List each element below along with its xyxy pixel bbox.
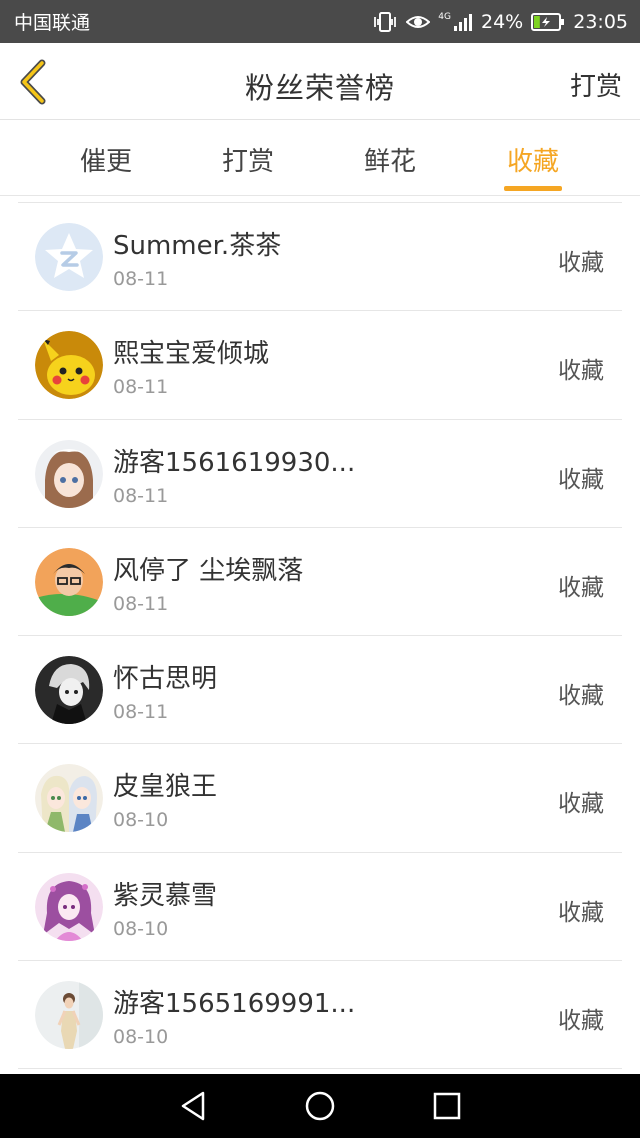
clock: 23:05 xyxy=(573,10,628,33)
triangle-back-icon xyxy=(182,1091,205,1121)
list-item[interactable]: Summer.茶茶 08-11 收藏 xyxy=(18,203,622,312)
tab-bar: 催更 打赏 鲜花 收藏 xyxy=(0,121,640,196)
action-label: 收藏 xyxy=(558,683,604,710)
date-label: 08-11 xyxy=(113,268,169,290)
user-name: 紫灵慕雪 xyxy=(113,880,218,911)
carrier-label: 中国联通 xyxy=(14,12,91,34)
action-label: 收藏 xyxy=(558,1008,604,1035)
tab-underline xyxy=(504,186,562,191)
woman-photo-avatar xyxy=(35,981,103,1050)
action-label: 收藏 xyxy=(558,358,604,385)
recents-nav-button[interactable] xyxy=(427,1086,467,1126)
user-name: 游客1565169991... xyxy=(113,989,356,1020)
square-recents-icon xyxy=(433,1092,460,1120)
date-label: 08-11 xyxy=(113,701,169,724)
status-bar: 中国联通 4G 24% 23:05 xyxy=(0,0,640,43)
user-name: Summer.茶茶 xyxy=(113,231,282,261)
eye-icon xyxy=(406,13,431,31)
date-label: 08-10 xyxy=(113,917,169,940)
date-label: 08-10 xyxy=(113,1026,169,1049)
page-title: 粉丝荣誉榜 xyxy=(244,71,395,105)
anime-pair-avatar xyxy=(35,764,103,833)
tab-label: 打赏 xyxy=(221,147,274,177)
date-label: 08-11 xyxy=(113,592,169,615)
vibrate-icon xyxy=(372,11,398,33)
tab-label: 鲜花 xyxy=(363,147,416,177)
user-name: 怀古思明 xyxy=(113,664,218,695)
tab-label: 催更 xyxy=(79,147,132,177)
list-item[interactable]: 熙宝宝爱倾城 08-11 收藏 xyxy=(18,311,622,420)
tab-reward[interactable]: 打赏 xyxy=(188,141,308,178)
tab-favorites[interactable]: 收藏 xyxy=(473,141,593,191)
navigation-bar xyxy=(0,1074,640,1138)
boy-glasses-avatar xyxy=(35,547,103,616)
list-item[interactable]: 皮皇狼王 08-10 收藏 xyxy=(18,744,622,853)
tab-label: 收藏 xyxy=(506,147,559,177)
header: 粉丝荣誉榜 打赏 xyxy=(0,43,640,120)
circle-home-icon xyxy=(305,1091,335,1121)
action-label: 收藏 xyxy=(558,899,604,926)
user-name: 熙宝宝爱倾城 xyxy=(113,339,270,370)
tab-flowers[interactable]: 鲜花 xyxy=(330,141,450,178)
list-item[interactable]: 紫灵慕雪 08-10 收藏 xyxy=(18,853,622,962)
list-item[interactable]: 游客1561619930... 08-11 收藏 xyxy=(18,420,622,528)
battery-percent: 24% xyxy=(481,10,524,33)
action-label: 收藏 xyxy=(558,791,604,818)
list-item[interactable]: 风停了 尘埃飘落 08-11 收藏 xyxy=(18,528,622,637)
date-label: 08-11 xyxy=(113,376,169,399)
pikachu-avatar xyxy=(35,331,103,400)
fan-list: Summer.茶茶 08-11 收藏 熙宝宝爱倾城 08-11 收藏 游客156… xyxy=(18,202,622,1070)
action-label: 收藏 xyxy=(558,250,604,276)
signal-icon: 4G xyxy=(438,11,473,31)
user-name: 游客1561619930... xyxy=(113,447,356,478)
battery-icon xyxy=(531,12,565,31)
status-icons: 4G 24% 23:05 xyxy=(372,11,628,33)
action-label: 收藏 xyxy=(558,574,604,601)
anime-girl-avatar xyxy=(35,439,103,508)
action-label: 收藏 xyxy=(558,466,604,493)
tab-urge[interactable]: 催更 xyxy=(46,141,166,178)
reward-button[interactable]: 打赏 xyxy=(570,66,622,103)
dark-anime-avatar xyxy=(35,656,103,725)
list-item[interactable]: 游客1565169991... 08-10 收藏 xyxy=(18,961,622,1070)
home-nav-button[interactable] xyxy=(300,1086,340,1126)
list-item[interactable]: 怀古思明 08-11 收藏 xyxy=(18,636,622,745)
default-avatar-icon xyxy=(35,223,103,291)
network-type-label: 4G xyxy=(438,11,451,22)
user-name: 风停了 尘埃飘落 xyxy=(113,555,304,586)
user-name: 皮皇狼王 xyxy=(113,772,218,803)
purple-anime-avatar xyxy=(35,872,103,941)
date-label: 08-11 xyxy=(113,484,169,507)
back-nav-button[interactable] xyxy=(173,1086,213,1126)
date-label: 08-10 xyxy=(113,809,169,832)
